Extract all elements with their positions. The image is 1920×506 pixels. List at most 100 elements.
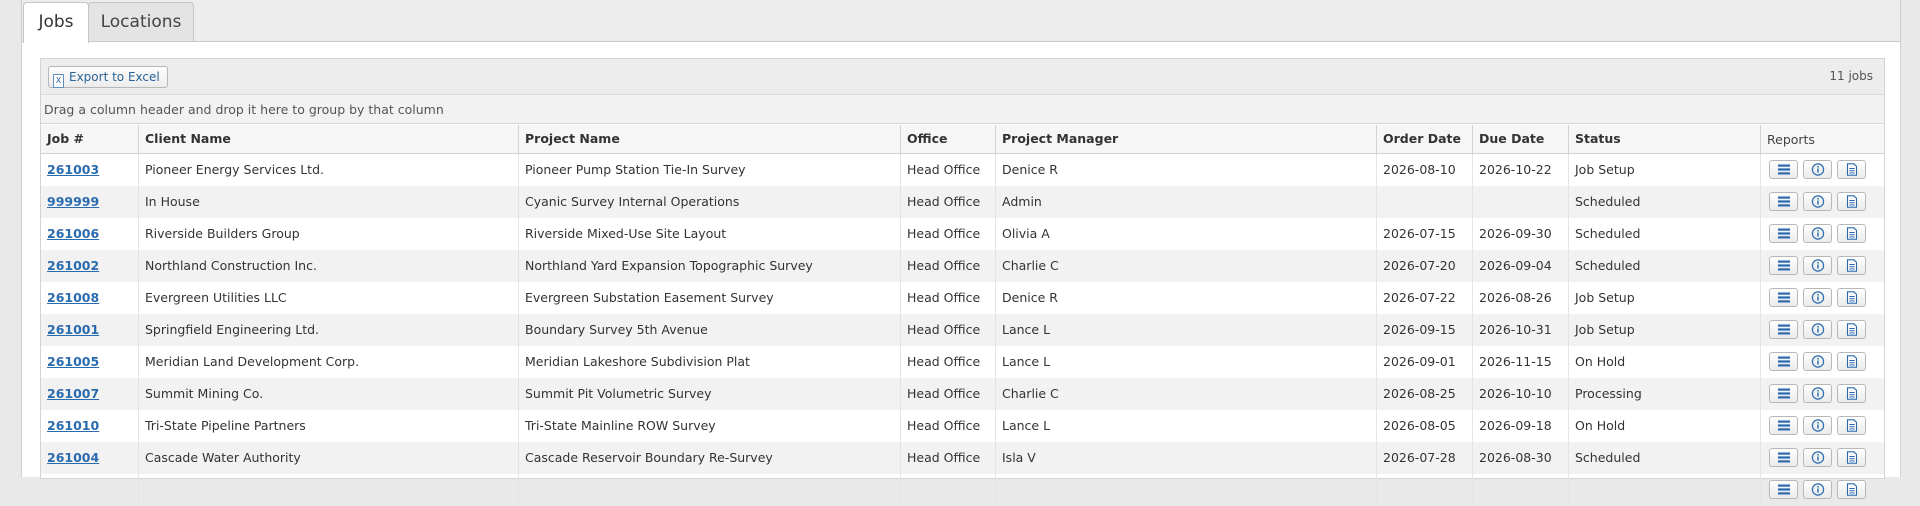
tab-jobs[interactable]: Jobs — [23, 2, 89, 43]
job-number-link[interactable]: 261005 — [47, 354, 99, 369]
column-header-office[interactable]: Office — [900, 125, 995, 153]
group-drop-zone[interactable]: Drag a column header and drop it here to… — [41, 95, 1884, 124]
report-document-button[interactable] — [1837, 384, 1866, 403]
report-list-button[interactable] — [1769, 192, 1798, 211]
table-row — [41, 474, 1884, 506]
cell-job-number: 999999 — [41, 186, 138, 218]
list-icon — [1778, 420, 1790, 431]
column-header-project-manager[interactable]: Project Manager — [995, 125, 1376, 153]
report-info-button[interactable] — [1803, 384, 1832, 403]
cell-job-number: 261010 — [41, 410, 138, 442]
report-document-button[interactable] — [1837, 320, 1866, 339]
cell-order-date — [1376, 474, 1472, 506]
cell-project-manager: Charlie C — [995, 378, 1376, 410]
report-list-button[interactable] — [1769, 224, 1798, 243]
cell-reports — [1760, 186, 1884, 218]
job-number-link[interactable]: 261002 — [47, 258, 99, 273]
report-document-button[interactable] — [1837, 224, 1866, 243]
cell-office: Head Office — [900, 346, 995, 378]
job-number-link[interactable]: 261006 — [47, 226, 99, 241]
report-list-button[interactable] — [1769, 416, 1798, 435]
document-icon — [1846, 291, 1858, 304]
cell-client-name: Pioneer Energy Services Ltd. — [138, 154, 518, 186]
report-list-button[interactable] — [1769, 320, 1798, 339]
report-list-button[interactable] — [1769, 160, 1798, 179]
column-header-due-date[interactable]: Due Date — [1472, 125, 1568, 153]
cell-project-manager: Lance L — [995, 410, 1376, 442]
report-info-button[interactable] — [1803, 320, 1832, 339]
cell-order-date: 2026-08-25 — [1376, 378, 1472, 410]
job-number-link[interactable]: 261003 — [47, 162, 99, 177]
jobs-window: Jobs Locations X Export to Excel 11 jobs … — [21, 0, 1901, 506]
column-header-job-number[interactable]: Job # — [41, 125, 138, 153]
table-row: 261001 Springfield Engineering Ltd. Boun… — [41, 314, 1884, 346]
cell-client-name: Tri-State Pipeline Partners — [138, 410, 518, 442]
job-number-link[interactable]: 261007 — [47, 386, 99, 401]
export-label: Export to Excel — [69, 70, 160, 84]
document-icon — [1846, 227, 1858, 240]
cell-job-number — [41, 474, 138, 506]
report-document-button[interactable] — [1837, 448, 1866, 467]
cell-project-manager — [995, 474, 1376, 506]
cell-status: Job Setup — [1568, 282, 1760, 314]
list-icon — [1778, 164, 1790, 175]
report-list-button[interactable] — [1769, 288, 1798, 307]
cell-job-number: 261006 — [41, 218, 138, 250]
cell-office: Head Office — [900, 314, 995, 346]
report-list-button[interactable] — [1769, 352, 1798, 371]
column-header-status[interactable]: Status — [1568, 125, 1760, 153]
cell-project-manager: Admin — [995, 186, 1376, 218]
cell-status: Processing — [1568, 378, 1760, 410]
report-info-button[interactable] — [1803, 448, 1832, 467]
info-icon — [1811, 163, 1825, 176]
cell-status: Scheduled — [1568, 442, 1760, 474]
job-number-link[interactable]: 261008 — [47, 290, 99, 305]
report-document-button[interactable] — [1837, 192, 1866, 211]
job-number-link[interactable]: 261001 — [47, 322, 99, 337]
column-header-project-name[interactable]: Project Name — [518, 125, 900, 153]
column-header-client-name[interactable]: Client Name — [138, 125, 518, 153]
report-document-button[interactable] — [1837, 256, 1866, 275]
export-to-excel-button[interactable]: X Export to Excel — [48, 66, 168, 88]
report-list-button[interactable] — [1769, 448, 1798, 467]
cell-client-name: Meridian Land Development Corp. — [138, 346, 518, 378]
report-info-button[interactable] — [1803, 192, 1832, 211]
cell-job-number: 261003 — [41, 154, 138, 186]
report-document-button[interactable] — [1837, 416, 1866, 435]
cell-due-date: 2026-10-10 — [1472, 378, 1568, 410]
info-icon — [1811, 291, 1825, 304]
cell-due-date: 2026-09-04 — [1472, 250, 1568, 282]
list-icon — [1778, 452, 1790, 463]
report-info-button[interactable] — [1803, 256, 1832, 275]
info-icon — [1811, 355, 1825, 368]
cell-reports — [1760, 474, 1884, 506]
report-list-button[interactable] — [1769, 480, 1798, 499]
report-list-button[interactable] — [1769, 384, 1798, 403]
report-document-button[interactable] — [1837, 160, 1866, 179]
report-info-button[interactable] — [1803, 352, 1832, 371]
cell-status — [1568, 474, 1760, 506]
report-document-button[interactable] — [1837, 480, 1866, 499]
cell-status: Job Setup — [1568, 314, 1760, 346]
document-icon — [1846, 419, 1858, 432]
report-document-button[interactable] — [1837, 288, 1866, 307]
report-info-button[interactable] — [1803, 480, 1832, 499]
list-icon — [1778, 260, 1790, 271]
job-number-link[interactable]: 261004 — [47, 450, 99, 465]
column-header-order-date[interactable]: Order Date — [1376, 125, 1472, 153]
tab-locations[interactable]: Locations — [88, 2, 194, 41]
report-info-button[interactable] — [1803, 416, 1832, 435]
report-info-button[interactable] — [1803, 224, 1832, 243]
cell-reports — [1760, 250, 1884, 282]
cell-office: Head Office — [900, 186, 995, 218]
report-list-button[interactable] — [1769, 256, 1798, 275]
job-number-link[interactable]: 999999 — [47, 194, 99, 209]
cell-due-date: 2026-09-18 — [1472, 410, 1568, 442]
report-document-button[interactable] — [1837, 352, 1866, 371]
cell-client-name: Cascade Water Authority — [138, 442, 518, 474]
job-number-link[interactable]: 261010 — [47, 418, 99, 433]
report-info-button[interactable] — [1803, 160, 1832, 179]
list-icon — [1778, 196, 1790, 207]
list-icon — [1778, 388, 1790, 399]
report-info-button[interactable] — [1803, 288, 1832, 307]
